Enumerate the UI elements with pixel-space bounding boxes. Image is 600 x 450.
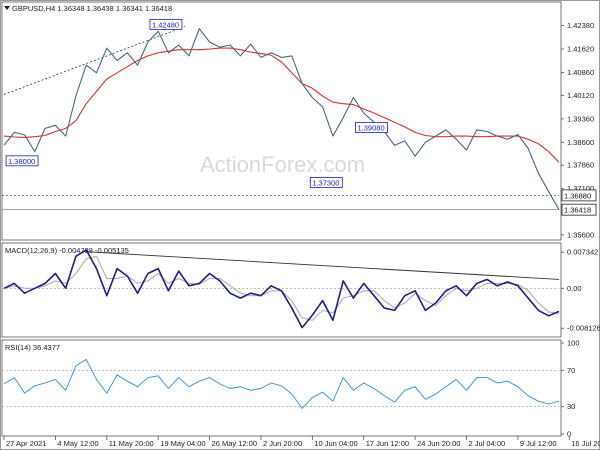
rsi-axis-tick-label: 100	[567, 339, 580, 348]
price-tag-label: 1.36880	[564, 191, 591, 200]
price-tag-label: 1.36418	[564, 206, 591, 215]
x-axis-tick-label: 17 Jun 12:00	[366, 439, 409, 448]
price-axis-tick-label: 1.38600	[567, 138, 594, 147]
price-annotation-label: 1.39080	[358, 123, 385, 132]
forex-chart: ActionForex.com GBPUSD,H4 1.36348 1.3643…	[0, 0, 600, 450]
rsi-axis-tick-label: 30	[567, 402, 575, 411]
price-axis-tick-label: 1.39360	[567, 114, 594, 123]
macd-axis-tick-label: 0.007342	[567, 248, 598, 257]
x-axis-tick-label: 24 Jun 20:00	[417, 439, 460, 448]
x-axis-tick-label: 10 Jun 04:00	[314, 439, 357, 448]
x-axis-tick-label: 2 Jun 20:00	[263, 439, 302, 448]
x-axis-tick-label: 16 Jul 20:00	[571, 439, 600, 448]
price-axis-tick-label: 1.41620	[567, 45, 594, 54]
price-axis-tick-label: 1.40120	[567, 91, 594, 100]
watermark: ActionForex.com	[200, 152, 365, 177]
price-annotation-label: 1.38000	[8, 157, 35, 166]
macd-axis-tick-label: 0.00	[567, 284, 582, 293]
rsi-axis-tick-label: 70	[567, 366, 575, 375]
x-axis-tick-label: 2 Jul 04:00	[469, 439, 506, 448]
price-axis-tick-label: 1.42380	[567, 21, 594, 30]
price-axis-tick-label: 1.35600	[567, 230, 594, 239]
x-axis-tick-label: 11 May 20:00	[109, 439, 154, 448]
macd-panel-header: MACD(12,26,9) -0.004738 -0.005135	[5, 246, 129, 255]
x-axis-tick-label: 26 May 12:00	[212, 439, 257, 448]
price-panel-header: GBPUSD,H4 1.36348 1.36438 1.36341 1.3641…	[12, 4, 172, 13]
x-axis-tick-label: 9 Jul 12:00	[520, 439, 557, 448]
price-annotation-label: 1.37300	[312, 178, 339, 187]
x-axis-tick-label: 19 May 04:00	[160, 439, 205, 448]
price-axis-tick-label: 1.37860	[567, 161, 594, 170]
price-axis-tick-label: 1.40860	[567, 68, 594, 77]
x-axis-tick-label: 4 May 12:00	[57, 439, 98, 448]
rsi-panel-header: RSI(14) 36.4377	[5, 343, 60, 352]
macd-axis-tick-label: -0.008126	[567, 324, 600, 333]
x-axis-tick-label: 27 Apr 2021	[6, 439, 46, 448]
price-annotation-label: 1.42480	[152, 20, 179, 29]
